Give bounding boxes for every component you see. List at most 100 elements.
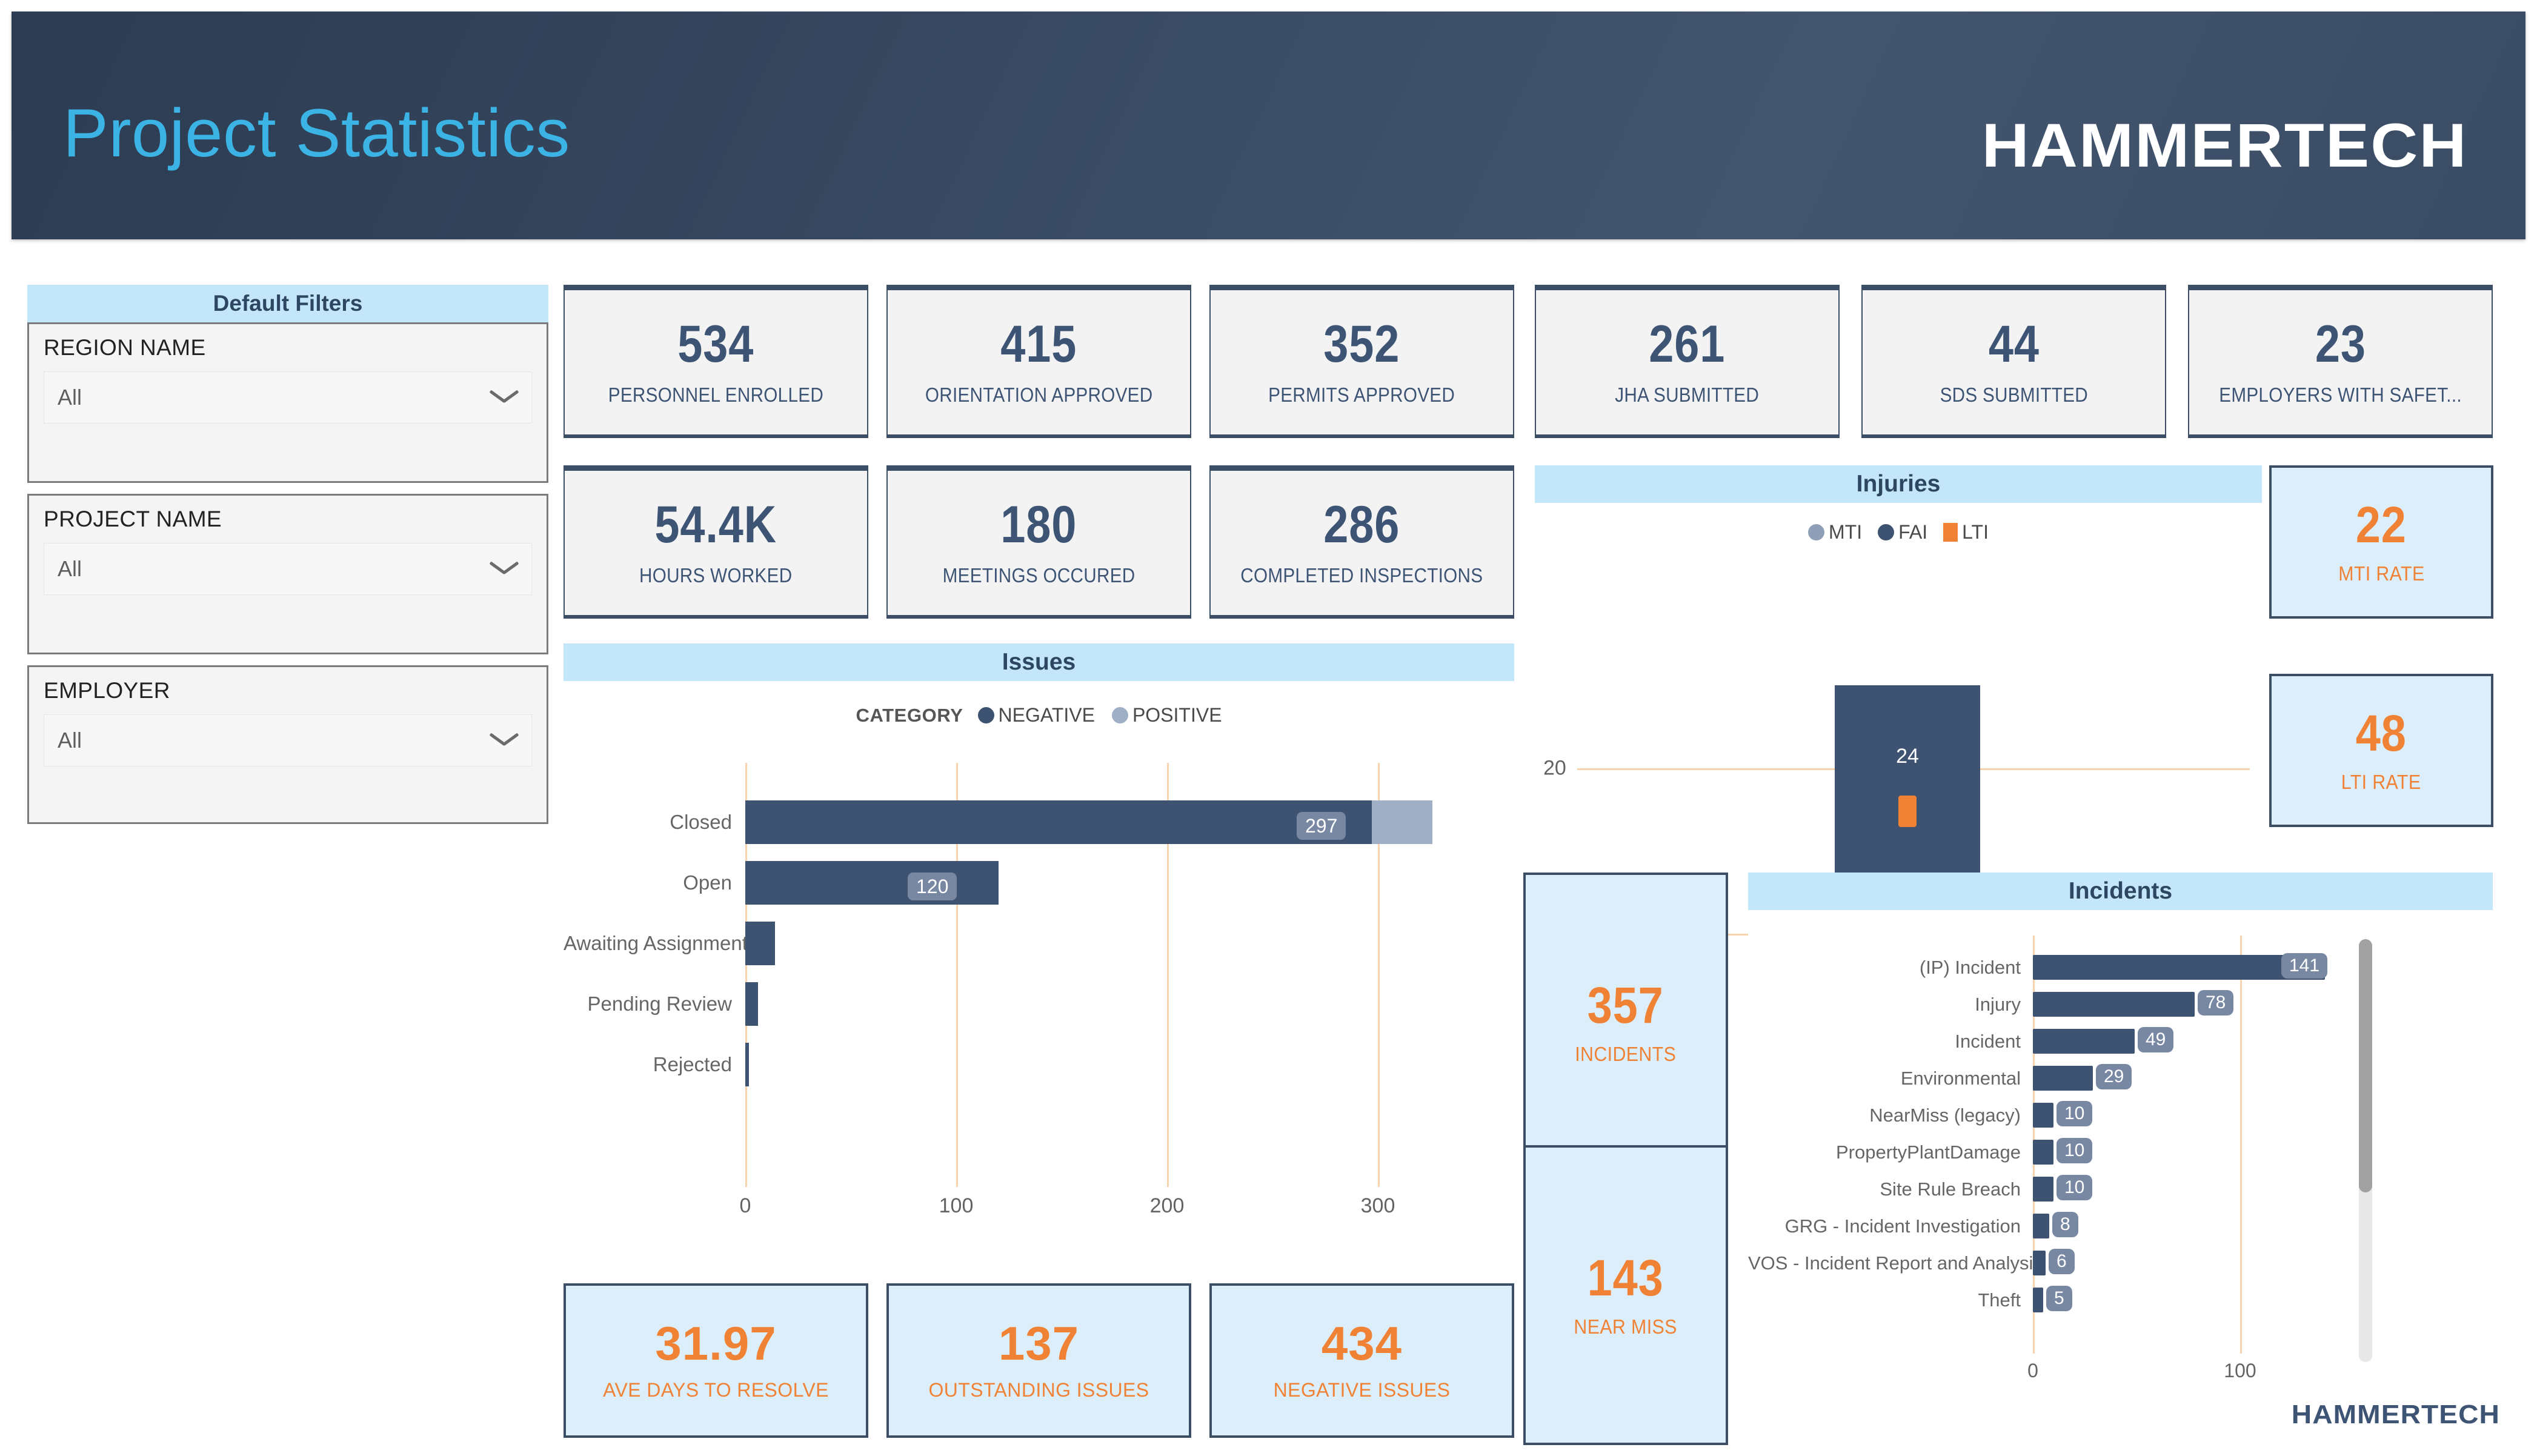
kpi-meetings-occured[interactable]: 180 MEETINGS OCCURED (886, 465, 1191, 619)
incidents-category-label: (IP) Incident (1919, 956, 2021, 978)
kpi-value: 534 (677, 315, 754, 373)
kpi-label: NEAR MISS (1574, 1315, 1678, 1338)
incidents-bar (2033, 992, 2195, 1017)
project-name-select[interactable]: All (44, 543, 532, 595)
project-name-value: All (58, 556, 82, 581)
incidents-row[interactable]: VOS - Incident Report and Analysis 6 (1748, 1245, 2493, 1281)
incidents-category-label: Environmental (1900, 1067, 2021, 1089)
issues-category-label: Open (683, 871, 732, 894)
issues-value-label: 297 (1297, 812, 1346, 840)
injuries-label-fai: 24 (1896, 745, 1919, 768)
kpi-mti-rate[interactable]: 22 MTI RATE (2269, 465, 2493, 619)
kpi-value: 44 (1988, 315, 2040, 373)
kpi-employers-with-safety[interactable]: 23 EMPLOYERS WITH SAFET... (2188, 285, 2493, 438)
employer-select[interactable]: All (44, 714, 532, 766)
incidents-value-label: 49 (2138, 1027, 2174, 1052)
incidents-bar (2033, 1177, 2053, 1202)
kpi-value: 143 (1588, 1249, 1664, 1306)
kpi-negative-issues[interactable]: 434 NEGATIVE ISSUES (1209, 1283, 1514, 1438)
kpi-permits-approved[interactable]: 352 PERMITS APPROVED (1209, 285, 1514, 438)
issues-xtick: 0 (739, 1194, 751, 1217)
issues-row-open[interactable]: Open 120 (564, 853, 1514, 913)
incidents-category-label: GRG - Incident Investigation (1784, 1215, 2021, 1237)
kpi-hours-worked[interactable]: 54.4K HOURS WORKED (564, 465, 868, 619)
incidents-row[interactable]: Site Rule Breach 10 (1748, 1171, 2493, 1208)
incidents-value-label: 141 (2281, 953, 2328, 979)
legend-swatch-mti-icon (1808, 524, 1825, 540)
incidents-bar (2033, 1214, 2049, 1238)
issues-category-label: Pending Review (587, 992, 732, 1015)
kpi-orientation-approved[interactable]: 415 ORIENTATION APPROVED (886, 285, 1191, 438)
incidents-scrollbar-track[interactable] (2359, 939, 2372, 1362)
kpi-outstanding-issues[interactable]: 137 OUTSTANDING ISSUES (886, 1283, 1191, 1438)
kpi-near-miss[interactable]: 143 NEAR MISS (1523, 1145, 1728, 1445)
kpi-label: MTI RATE (2338, 562, 2425, 585)
hammertech-watermark: HAMMERTECH (2291, 1400, 2500, 1429)
incidents-value-label: 78 (2198, 990, 2234, 1016)
injuries-segment-fai (1835, 685, 1980, 884)
legend-label-positive: POSITIVE (1132, 704, 1222, 726)
kpi-value: 261 (1649, 315, 1726, 373)
filter-project-name: PROJECT NAME All (27, 494, 548, 654)
incidents-row[interactable]: (IP) Incident 141 (1748, 949, 2493, 986)
issues-bar-negative (745, 861, 999, 905)
injuries-legend: MTI FAI LTI (1535, 521, 2262, 544)
kpi-lti-rate[interactable]: 48 LTI RATE (2269, 674, 2493, 827)
region-name-select[interactable]: All (44, 371, 532, 424)
issues-xtick: 100 (939, 1194, 974, 1217)
kpi-ave-days-to-resolve[interactable]: 31.97 AVE DAYS TO RESOLVE (564, 1283, 868, 1438)
incidents-row[interactable]: Injury 78 (1748, 986, 2493, 1023)
kpi-completed-inspections[interactable]: 286 COMPLETED INSPECTIONS (1209, 465, 1514, 619)
chevron-down-icon (490, 561, 518, 577)
legend-item-mti[interactable]: MTI (1808, 521, 1862, 544)
kpi-label: JHA SUBMITTED (1615, 384, 1760, 406)
injuries-panel: Injuries MTI FAI LTI 20 0 (1535, 465, 2262, 974)
kpi-label: PERSONNEL ENROLLED (608, 384, 824, 406)
legend-item-fai[interactable]: FAI (1878, 521, 1927, 544)
kpi-jha-submitted[interactable]: 261 JHA SUBMITTED (1535, 285, 1840, 438)
incidents-row[interactable]: Theft 5 (1748, 1281, 2493, 1318)
issues-row-rejected[interactable]: Rejected (564, 1034, 1514, 1095)
kpi-value: 23 (2315, 315, 2366, 373)
incidents-category-label: Incident (1955, 1030, 2021, 1052)
incidents-row[interactable]: PropertyPlantDamage 10 (1748, 1134, 2493, 1171)
issues-legend: CATEGORY NEGATIVE POSITIVE (564, 704, 1514, 726)
kpi-value: 48 (2356, 704, 2407, 762)
issues-row-closed[interactable]: Closed 297 (564, 792, 1514, 853)
kpi-label: PERMITS APPROVED (1268, 384, 1455, 406)
incidents-category-label: Theft (1978, 1289, 2021, 1311)
incidents-row[interactable]: NearMiss (legacy) 10 (1748, 1097, 2493, 1134)
issues-category-label: Closed (670, 811, 732, 833)
legend-item-negative[interactable]: NEGATIVE (977, 704, 1095, 726)
incidents-row[interactable]: GRG - Incident Investigation 8 (1748, 1208, 2493, 1245)
incidents-row[interactable]: Environmental 29 (1748, 1060, 2493, 1097)
kpi-label: LTI RATE (2341, 770, 2421, 793)
issues-bar-positive (1372, 800, 1432, 844)
page-header: Project Statistics HAMMERTECH (12, 12, 2525, 239)
legend-label-fai: FAI (1898, 521, 1928, 543)
legend-item-positive[interactable]: POSITIVE (1111, 704, 1222, 726)
kpi-label: NEGATIVE ISSUES (1273, 1379, 1451, 1401)
issues-row-pending-review[interactable]: Pending Review (564, 974, 1514, 1034)
issues-row-awaiting-assignment[interactable]: Awaiting Assignment (564, 913, 1514, 974)
kpi-value: 31.97 (655, 1317, 777, 1370)
legend-item-lti[interactable]: LTI (1943, 521, 1989, 544)
filters-heading: Default Filters (27, 285, 548, 322)
kpi-label: COMPLETED INSPECTIONS (1240, 564, 1483, 587)
injuries-panel-title: Injuries (1535, 465, 2262, 503)
kpi-incidents[interactable]: 357 INCIDENTS (1523, 873, 1728, 1172)
legend-swatch-fai-icon (1878, 524, 1895, 540)
incidents-scrollbar-thumb[interactable] (2359, 939, 2372, 1192)
issues-panel-title: Issues (564, 643, 1514, 681)
legend-label-mti: MTI (1829, 521, 1863, 543)
kpi-sds-submitted[interactable]: 44 SDS SUBMITTED (1861, 285, 2166, 438)
incidents-category-label: Site Rule Breach (1880, 1178, 2021, 1200)
filter-region-name: REGION NAME All (27, 322, 548, 483)
kpi-value: 286 (1323, 496, 1400, 554)
filter-label-project: PROJECT NAME (44, 507, 222, 531)
incidents-value-label: 5 (2046, 1286, 2072, 1311)
incidents-bar (2033, 1251, 2046, 1275)
incidents-category-label: Injury (1975, 993, 2021, 1015)
kpi-personnel-enrolled[interactable]: 534 PERSONNEL ENROLLED (564, 285, 868, 438)
incidents-row[interactable]: Incident 49 (1748, 1023, 2493, 1060)
